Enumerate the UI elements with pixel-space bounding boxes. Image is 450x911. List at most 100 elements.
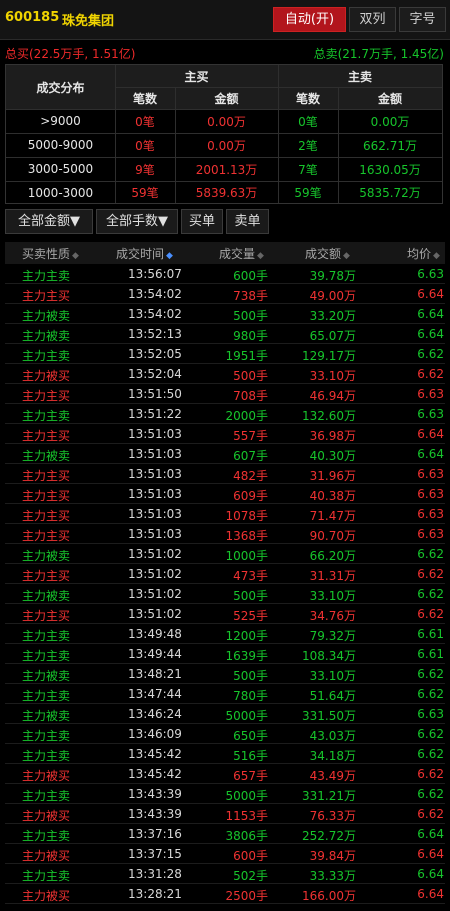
trade-type: 主力被买 — [22, 849, 71, 863]
trade-type: 主力主卖 — [22, 749, 71, 763]
trade-volume: 1078手 — [225, 509, 268, 523]
lots-filter-dropdown[interactable]: 全部手数▼ — [96, 209, 178, 234]
buy-count: 9笔 — [135, 162, 155, 177]
trade-volume: 473手 — [233, 569, 268, 583]
table-row[interactable]: 主力主卖 13:45:42 516手 34.18万 6.62 — [5, 744, 445, 764]
trade-time: 13:37:15 — [128, 847, 182, 861]
table-row[interactable]: 主力主卖 13:49:48 1200手 79.32万 6.61 — [5, 624, 445, 644]
trade-amount: 34.76万 — [309, 609, 356, 623]
tab-auto[interactable]: 自动(开) — [273, 7, 346, 32]
trade-list-header: 买卖性质 ◆ 成交时间 ◆ 成交量 ◆ 成交额 ◆ 均价 ◆ — [5, 242, 445, 264]
table-row[interactable]: 主力主买 13:51:03 482手 31.96万 6.63 — [5, 464, 445, 484]
col-volume-header[interactable]: 成交量 ◆ — [219, 245, 264, 262]
trade-volume: 2000手 — [225, 409, 268, 423]
sort-icon: ◆ — [166, 251, 173, 261]
trade-time: 13:45:42 — [128, 747, 182, 761]
buy-amount-header: 金额 — [175, 87, 278, 109]
trade-avg-price: 6.64 — [417, 287, 444, 301]
trade-volume: 500手 — [233, 309, 268, 323]
trade-avg-price: 6.61 — [417, 627, 444, 641]
table-row[interactable]: 主力主卖 13:46:09 650手 43.03万 6.62 — [5, 724, 445, 744]
sell-title: 主卖 — [278, 65, 442, 87]
trade-time: 13:52:13 — [128, 327, 182, 341]
sell-count: 2笔 — [298, 138, 318, 153]
trade-time: 13:54:02 — [128, 307, 182, 321]
table-row[interactable]: 主力主买 13:51:03 1078手 71.47万 6.63 — [5, 504, 445, 524]
sell-count: 7笔 — [298, 162, 318, 177]
col-type-header[interactable]: 买卖性质 ◆ — [22, 245, 79, 262]
table-row[interactable]: 主力被买 13:37:15 600手 39.84万 6.64 — [5, 844, 445, 864]
table-row[interactable]: 主力主卖 13:47:44 780手 51.64万 6.62 — [5, 684, 445, 704]
table-row[interactable]: 主力被卖 13:46:24 5000手 331.50万 6.63 — [5, 704, 445, 724]
sell-orders-button[interactable]: 卖单 — [226, 209, 269, 234]
trade-type: 主力主卖 — [22, 349, 71, 363]
table-row[interactable]: 主力主买 13:51:02 525手 34.76万 6.62 — [5, 604, 445, 624]
trade-amount: 31.96万 — [309, 469, 356, 483]
trade-type: 主力主买 — [22, 609, 71, 623]
trade-time: 13:51:02 — [128, 567, 182, 581]
col-time-header[interactable]: 成交时间 ◆ — [116, 245, 173, 262]
trade-list[interactable]: 主力主卖 13:56:07 600手 39.78万 6.63 主力主买 13:54:02 73… — [5, 264, 445, 904]
total-sell: 总卖(21.7万手, 1.45亿) — [313, 47, 444, 61]
trade-type: 主力主卖 — [22, 629, 71, 643]
buy-orders-button[interactable]: 买单 — [181, 209, 223, 234]
trade-amount: 34.18万 — [309, 749, 356, 763]
trade-avg-price: 6.64 — [417, 427, 444, 441]
table-row[interactable]: 主力主买 13:51:03 557手 36.98万 6.64 — [5, 424, 445, 444]
grid-line — [338, 87, 339, 203]
buy-amount: 0.00万 — [207, 138, 246, 153]
col-amount-header[interactable]: 成交额 ◆ — [305, 245, 350, 262]
table-row[interactable]: 主力主卖 13:51:22 2000手 132.60万 6.63 — [5, 404, 445, 424]
trade-amount: 33.10万 — [309, 589, 356, 603]
trade-avg-price: 6.62 — [417, 547, 444, 561]
amount-filter-dropdown[interactable]: 全部金额▼ — [5, 209, 93, 234]
title-bar: 600185 珠免集团 自动(开) 双列 字号 — [0, 0, 450, 40]
col-type-label: 买卖性质 — [22, 247, 71, 261]
table-row[interactable]: 主力主卖 13:31:28 502手 33.33万 6.64 — [5, 864, 445, 884]
table-row[interactable]: 主力被买 13:45:42 657手 43.49万 6.62 — [5, 764, 445, 784]
table-row[interactable]: 主力被买 13:43:39 1153手 76.33万 6.62 — [5, 804, 445, 824]
trade-type: 主力被买 — [22, 809, 71, 823]
table-row[interactable]: 主力主买 13:51:02 473手 31.31万 6.62 — [5, 564, 445, 584]
table-row[interactable]: 主力被卖 13:51:02 500手 33.10万 6.62 — [5, 584, 445, 604]
table-row[interactable]: 主力主买 13:51:50 708手 46.94万 6.63 — [5, 384, 445, 404]
col-avg-header[interactable]: 均价 ◆ — [407, 245, 440, 262]
table-row[interactable]: 主力被卖 13:51:03 607手 40.30万 6.64 — [5, 444, 445, 464]
col-avg-label: 均价 — [407, 247, 432, 261]
table-row[interactable]: 主力被卖 13:54:02 500手 33.20万 6.64 — [5, 304, 445, 324]
trade-volume: 1000手 — [225, 549, 268, 563]
grid-line — [6, 157, 442, 158]
trade-avg-price: 6.64 — [417, 867, 444, 881]
trade-time: 13:43:39 — [128, 807, 182, 821]
view-tabs: 自动(开) 双列 字号 — [270, 7, 446, 32]
table-row[interactable]: 主力被卖 13:52:13 980手 65.07万 6.64 — [5, 324, 445, 344]
table-row[interactable]: 主力主卖 13:52:05 1951手 129.17万 6.62 — [5, 344, 445, 364]
table-row[interactable]: 主力主卖 13:56:07 600手 39.78万 6.63 — [5, 264, 445, 284]
grid-line — [6, 109, 442, 110]
table-row[interactable]: 主力主买 13:51:03 1368手 90.70万 6.63 — [5, 524, 445, 544]
table-row[interactable]: 主力主卖 13:49:44 1639手 108.34万 6.61 — [5, 644, 445, 664]
trade-amount: 132.60万 — [302, 409, 356, 423]
tab-dual-column[interactable]: 双列 — [349, 7, 396, 32]
trade-type: 主力被卖 — [22, 329, 71, 343]
tab-font-size[interactable]: 字号 — [399, 7, 446, 32]
table-row[interactable]: 主力主买 13:54:02 738手 49.00万 6.64 — [5, 284, 445, 304]
trade-volume: 500手 — [233, 589, 268, 603]
trade-time: 13:51:02 — [128, 587, 182, 601]
trade-amount: 43.49万 — [309, 769, 356, 783]
trade-amount: 76.33万 — [309, 809, 356, 823]
trade-volume: 780手 — [233, 689, 268, 703]
table-row[interactable]: 主力主卖 13:37:16 3806手 252.72万 6.64 — [5, 824, 445, 844]
table-row[interactable]: 主力被卖 13:48:21 500手 33.10万 6.62 — [5, 664, 445, 684]
trade-volume: 609手 — [233, 489, 268, 503]
trade-time: 13:51:02 — [128, 547, 182, 561]
sort-icon: ◆ — [433, 251, 440, 261]
table-row[interactable]: 主力被卖 13:51:02 1000手 66.20万 6.62 — [5, 544, 445, 564]
stock-name: 珠免集团 — [62, 14, 115, 29]
total-buy: 总买(22.5万手, 1.51亿) — [5, 47, 136, 61]
trade-time: 13:51:03 — [128, 487, 182, 501]
table-row[interactable]: 主力被买 13:28:21 2500手 166.00万 6.64 — [5, 884, 445, 904]
table-row[interactable]: 主力主买 13:51:03 609手 40.38万 6.63 — [5, 484, 445, 504]
table-row[interactable]: 主力被买 13:52:04 500手 33.10万 6.62 — [5, 364, 445, 384]
table-row[interactable]: 主力主卖 13:43:39 5000手 331.21万 6.62 — [5, 784, 445, 804]
